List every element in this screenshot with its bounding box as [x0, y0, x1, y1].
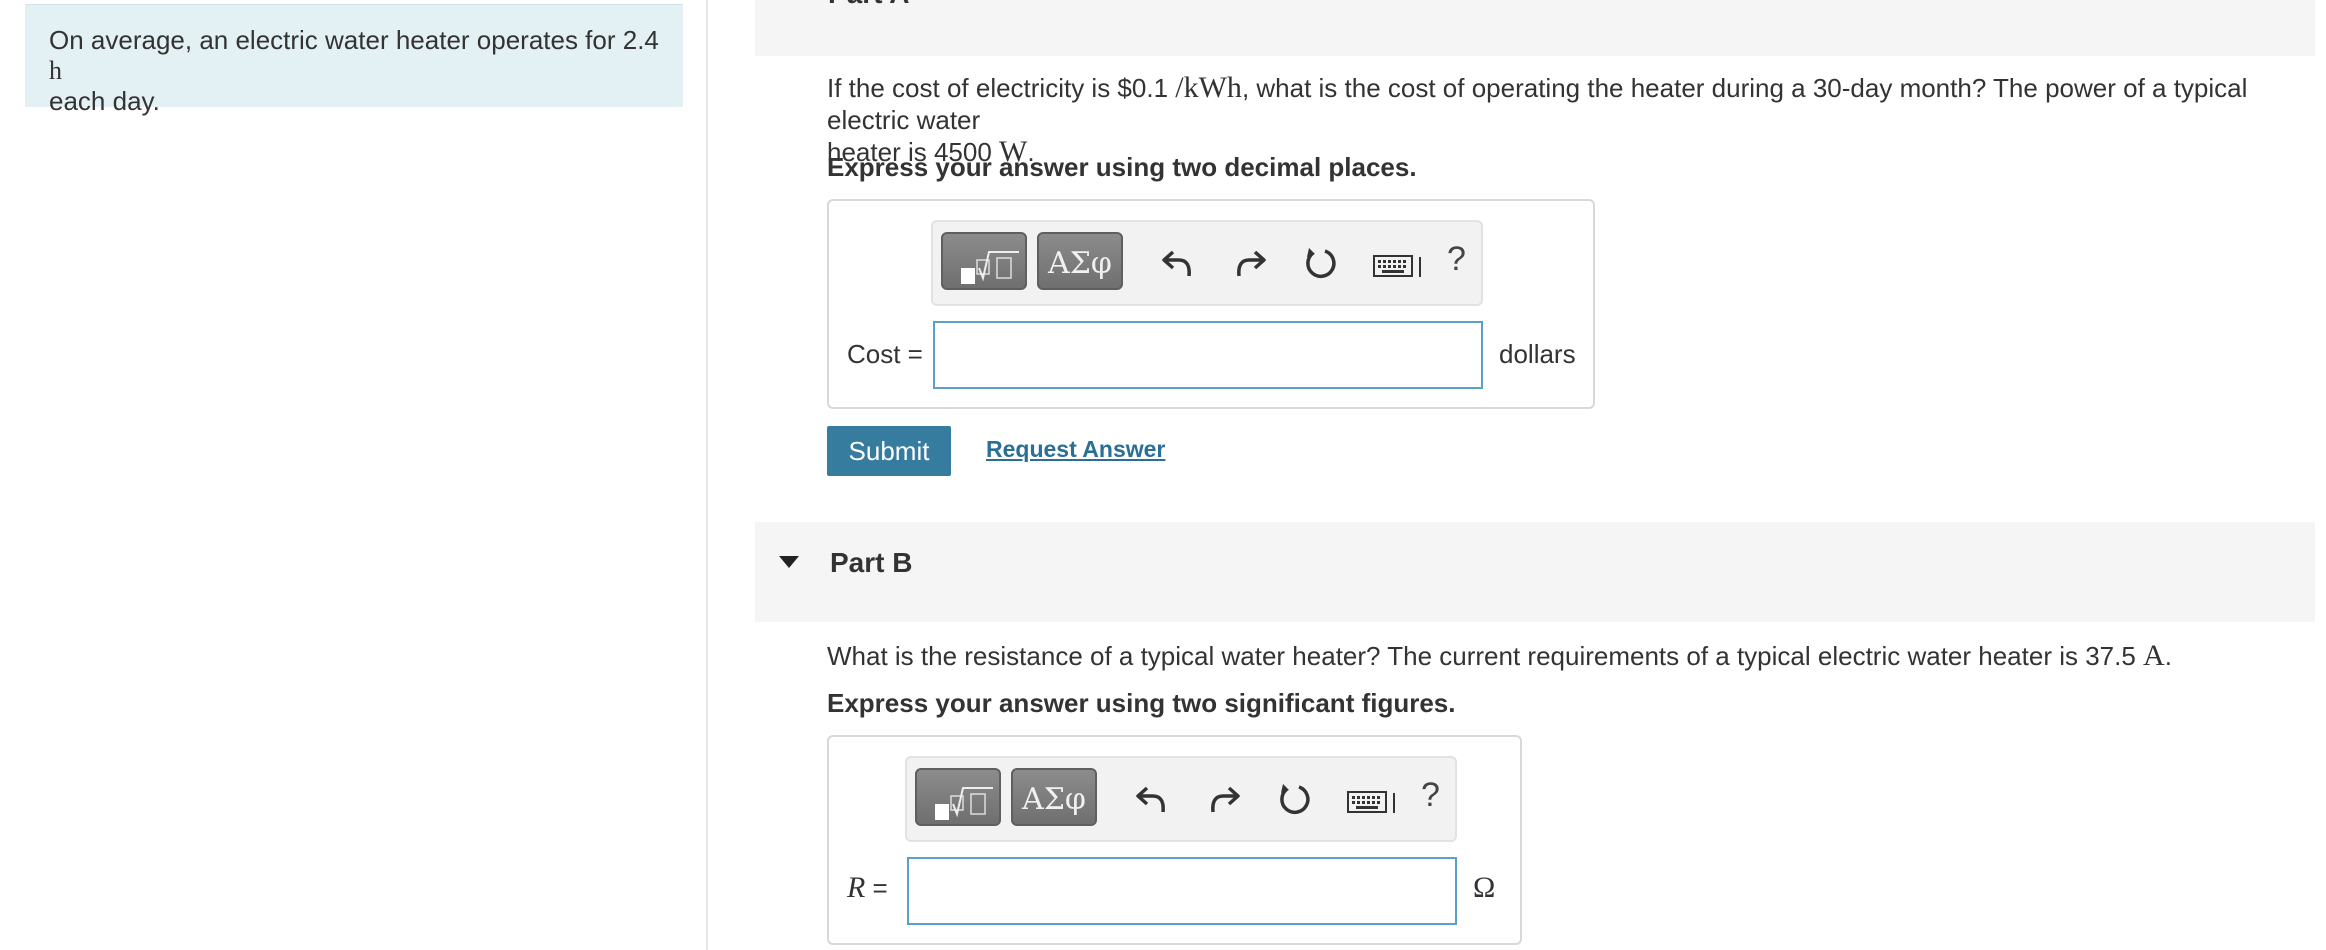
cost-unit: dollars [1499, 339, 1576, 369]
keyboard-icon[interactable] [1347, 791, 1403, 815]
undo-icon[interactable] [1135, 782, 1169, 816]
part-b-answer-box: ΑΣφ ? R = Ω [827, 735, 1522, 945]
request-answer-link[interactable]: Request Answer [986, 436, 1165, 463]
greek-symbols-label: ΑΣφ [1022, 782, 1086, 817]
resistance-label: R = [847, 871, 888, 904]
keyboard-icon[interactable] [1373, 255, 1429, 279]
part-b-question: What is the resistance of a typical wate… [827, 639, 2172, 672]
templates-button[interactable] [941, 232, 1027, 290]
reset-icon[interactable] [1303, 244, 1339, 282]
templates-button[interactable] [915, 768, 1001, 826]
submit-button[interactable]: Submit [827, 426, 951, 476]
resistance-input[interactable] [907, 857, 1457, 925]
part-a-equation-toolbar: ΑΣφ ? [931, 220, 1483, 306]
templates-icon [961, 251, 1019, 284]
part-a-instructions: Express your answer using two decimal pl… [827, 152, 1417, 182]
greek-symbols-button[interactable]: ΑΣφ [1011, 768, 1097, 826]
part-b-instructions: Express your answer using two significan… [827, 688, 1456, 718]
help-icon[interactable]: ? [1447, 240, 1466, 279]
context-text: On average, an electric water heater ope… [49, 25, 659, 116]
part-b-header[interactable] [755, 522, 2315, 622]
resistance-unit: Ω [1473, 871, 1496, 904]
greek-symbols-button[interactable]: ΑΣφ [1037, 232, 1123, 290]
part-b-title: Part B [830, 547, 913, 578]
collapse-caret-icon[interactable] [778, 554, 800, 570]
undo-icon[interactable] [1161, 246, 1195, 280]
cost-input[interactable] [933, 321, 1483, 389]
redo-icon[interactable] [1207, 782, 1241, 816]
templates-icon [935, 787, 993, 820]
part-b-equation-toolbar: ΑΣφ ? [905, 756, 1457, 842]
reset-icon[interactable] [1277, 780, 1313, 818]
context-panel: On average, an electric water heater ope… [25, 4, 683, 116]
redo-icon[interactable] [1233, 246, 1267, 280]
part-a-answer-box: ΑΣφ ? Cost = dollars [827, 199, 1595, 409]
panel-divider [706, 0, 708, 950]
part-a-title: Part A [828, 0, 909, 10]
greek-symbols-label: ΑΣφ [1048, 246, 1112, 281]
cost-label: Cost = [847, 339, 923, 369]
part-a-header[interactable] [755, 0, 2315, 56]
help-icon[interactable]: ? [1421, 776, 1440, 815]
